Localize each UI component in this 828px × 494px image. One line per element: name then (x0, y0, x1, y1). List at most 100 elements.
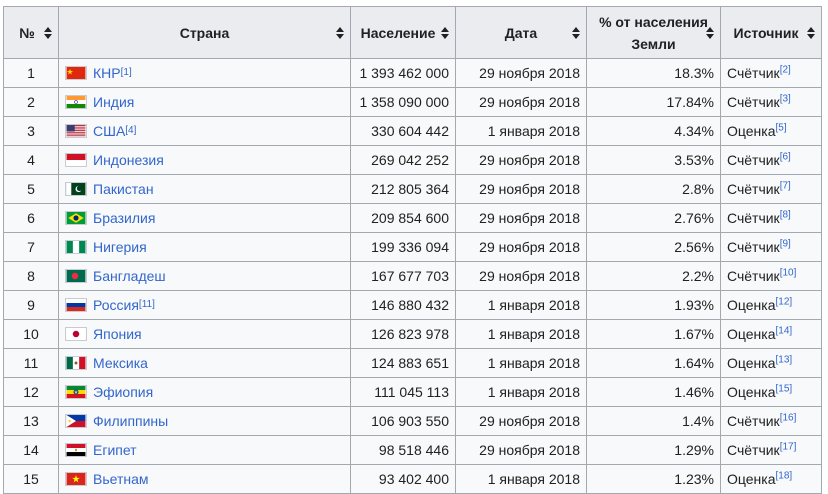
table-row: 15 Вьетнам 93 402 400 1 января 2018 1.23% Оце… (3, 464, 822, 494)
column-header-population[interactable]: Население (350, 6, 456, 59)
country-link[interactable]: Индия (93, 94, 134, 110)
table-body: 1 КНР [1] 1 393 462 000 29 ноября 2018 18.3% С… (3, 58, 822, 494)
reference-link[interactable]: [18] (776, 470, 793, 481)
indonesia-flag-icon[interactable] (65, 153, 87, 167)
percent-value: 1.4% (682, 413, 714, 429)
usa-flag-icon[interactable] (65, 124, 87, 138)
reference-link[interactable]: [17] (780, 441, 797, 452)
reference-link[interactable]: [12] (776, 296, 793, 307)
percent-cell: 18.3% (586, 58, 721, 88)
china-flag-icon[interactable] (65, 66, 87, 80)
country-link[interactable]: Эфиопия (93, 384, 153, 400)
sort-icon[interactable] (44, 26, 52, 39)
source-cell: Счётчик[7] (720, 174, 822, 204)
rank-value: 9 (27, 297, 35, 313)
country-link[interactable]: Россия (93, 297, 139, 313)
philippines-flag-icon[interactable] (65, 414, 87, 428)
reference-link[interactable]: [13] (776, 354, 793, 365)
reference-link[interactable]: [1] (121, 67, 132, 78)
source-value: Счётчик (727, 210, 780, 226)
japan-flag-icon[interactable] (65, 327, 87, 341)
reference-link[interactable]: [10] (780, 267, 797, 278)
source-cell: Счётчик[8] (720, 203, 822, 233)
pakistan-flag-icon[interactable] (65, 182, 87, 196)
source-value: Оценка (727, 384, 776, 400)
sort-icon[interactable] (572, 26, 580, 39)
country-link[interactable]: Япония (93, 326, 142, 342)
reference-link[interactable]: [6] (780, 151, 791, 162)
source-cell: Счётчик[17] (720, 435, 822, 465)
date-cell: 29 ноября 2018 (455, 58, 587, 88)
percent-cell: 2.56% (586, 232, 721, 262)
percent-cell: 2.8% (586, 174, 721, 204)
column-header-rank[interactable]: № (3, 6, 59, 59)
country-link[interactable]: КНР (93, 65, 121, 81)
reference-link[interactable]: [8] (780, 209, 791, 220)
population-cell: 98 518 446 (350, 435, 456, 465)
country-link[interactable]: Нигерия (93, 239, 147, 255)
percent-cell: 1.4% (586, 406, 721, 436)
mexico-flag-icon[interactable] (65, 356, 87, 370)
sort-icon[interactable] (807, 26, 815, 39)
rank-value: 13 (23, 413, 39, 429)
reference-link[interactable]: [16] (780, 412, 797, 423)
table-row: 2 Индия 1 358 090 000 29 ноября 2018 17.84% С… (3, 87, 822, 117)
sort-icon[interactable] (336, 26, 344, 39)
reference-link[interactable]: [5] (776, 122, 787, 133)
ethiopia-flag-icon[interactable] (65, 385, 87, 399)
nigeria-flag-icon[interactable] (65, 240, 87, 254)
reference-link[interactable]: [14] (776, 325, 793, 336)
reference-link[interactable]: [4] (125, 125, 136, 136)
population-cell: 199 336 094 (350, 232, 456, 262)
column-header-percent[interactable]: % от населения Земли (586, 6, 721, 59)
population-value: 269 042 252 (371, 152, 449, 168)
rank-value: 1 (27, 65, 35, 81)
column-header-source[interactable]: Источник (720, 6, 822, 59)
table-row: 9 Россия [11] 146 880 432 1 января 2018 1.93%… (3, 290, 822, 320)
date-value: 1 января 2018 (487, 297, 580, 313)
date-cell: 29 ноября 2018 (455, 232, 587, 262)
date-cell: 1 января 2018 (455, 377, 587, 407)
country-link[interactable]: Бразилия (93, 210, 155, 226)
reference-link[interactable]: [15] (776, 383, 793, 394)
reference-link[interactable]: [9] (780, 238, 791, 249)
egypt-flag-icon[interactable] (65, 443, 87, 457)
country-link[interactable]: Мексика (93, 355, 148, 371)
percent-value: 2.76% (674, 210, 714, 226)
population-value: 1 393 462 000 (359, 65, 449, 81)
country-link[interactable]: Вьетнам (93, 471, 149, 487)
country-link[interactable]: Пакистан (93, 181, 154, 197)
source-cell: Оценка[15] (720, 377, 822, 407)
reference-link[interactable]: [3] (780, 93, 791, 104)
country-cell: Египет (58, 435, 351, 465)
reference-link[interactable]: [2] (780, 64, 791, 75)
page: № Страна Население Дата % от населения З… (0, 0, 828, 494)
country-link[interactable]: Египет (93, 442, 137, 458)
source-cell: Счётчик[9] (720, 232, 822, 262)
column-header-date[interactable]: Дата (455, 6, 587, 59)
reference-link[interactable]: [7] (780, 180, 791, 191)
sort-icon[interactable] (441, 26, 449, 39)
rank-cell: 14 (3, 435, 59, 465)
country-link[interactable]: Индонезия (93, 152, 164, 168)
vietnam-flag-icon[interactable] (65, 472, 87, 486)
table-row: 12 Эфиопия 111 045 113 1 января 2018 1.46% Оц… (3, 377, 822, 407)
date-cell: 1 января 2018 (455, 348, 587, 378)
rank-cell: 11 (3, 348, 59, 378)
percent-value: 1.46% (674, 384, 714, 400)
country-link[interactable]: США (93, 123, 125, 139)
bangladesh-flag-icon[interactable] (65, 269, 87, 283)
country-link[interactable]: Филиппины (93, 413, 168, 429)
country-link[interactable]: Бангладеш (93, 268, 166, 284)
brazil-flag-icon[interactable] (65, 211, 87, 225)
sort-icon[interactable] (706, 26, 714, 39)
column-header-country[interactable]: Страна (58, 6, 351, 59)
reference-link[interactable]: [11] (139, 299, 155, 310)
country-cell: США [4] (58, 116, 351, 146)
population-value: 93 402 400 (378, 471, 449, 487)
date-value: 1 января 2018 (487, 384, 580, 400)
source-cell: Оценка[18] (720, 464, 822, 494)
india-flag-icon[interactable] (65, 95, 87, 109)
source-cell: Счётчик[6] (720, 145, 822, 175)
russia-flag-icon[interactable] (65, 298, 87, 312)
